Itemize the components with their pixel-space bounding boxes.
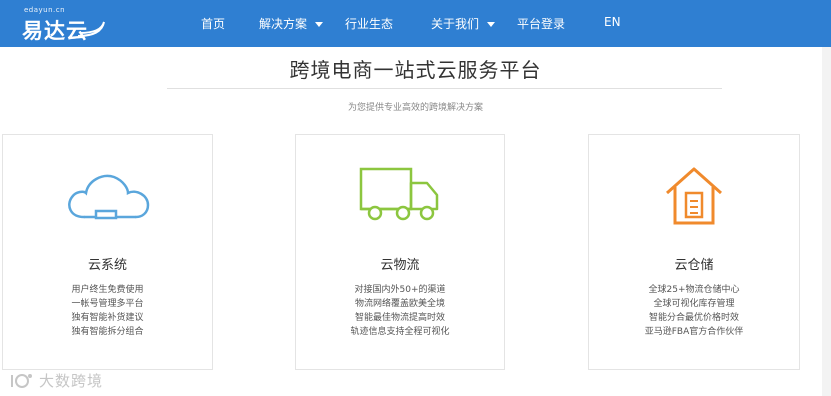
nav-ecosystem[interactable]: 行业生态 — [345, 15, 393, 33]
list-item: 智能最佳物流提高时效 — [354, 313, 445, 323]
card-title: 云仓储 — [674, 258, 714, 273]
list-item: 全球可视化库存管理 — [653, 299, 735, 309]
truck-icon — [359, 167, 439, 221]
list-item: 独有智能补货建议 — [71, 313, 144, 323]
warehouse-icon — [666, 167, 722, 225]
top-navbar: edayun.cn 易达云 首页 解决方案 行业生态 关于我们 平台登录 EN — [0, 0, 831, 47]
watermark-logo-icon — [11, 373, 32, 388]
watermark: 大数跨境 — [8, 370, 103, 392]
chevron-down-icon — [487, 22, 496, 27]
service-card-cloud-warehousing[interactable]: 云仓储 全球25+物流仓储中心 全球可视化库存管理 智能分合最优价格时效 亚马逊… — [588, 134, 800, 370]
title-divider — [167, 88, 722, 89]
service-card-cloud-logistics[interactable]: 云物流 对接国内外50+的渠道 物流网络覆盖欧美全境 智能最佳物流提高时效 轨迹… — [295, 134, 505, 370]
nav-home[interactable]: 首页 — [201, 15, 225, 33]
chevron-down-icon — [315, 22, 324, 27]
logo-swoosh-icon — [77, 21, 105, 37]
list-item: 亚马逊FBA官方合作伙伴 — [644, 327, 744, 337]
list-item: 轨迹信息支持全程可视化 — [350, 327, 450, 337]
list-item: 物流网络覆盖欧美全境 — [354, 299, 445, 309]
card-feature-list: 全球25+物流仓储中心 全球可视化库存管理 智能分合最优价格时效 亚马逊FBA官… — [589, 283, 799, 339]
card-title: 云系统 — [87, 258, 127, 273]
list-item: 智能分合最优价格时效 — [648, 313, 739, 323]
nav-about[interactable]: 关于我们 — [431, 15, 496, 33]
page-title: 跨境电商一站式云服务平台 — [289, 58, 542, 82]
watermark-text: 大数跨境 — [39, 372, 104, 390]
cloud-icon — [67, 174, 149, 220]
list-item: 独有智能拆分组合 — [71, 327, 144, 337]
list-item: 对接国内外50+的渠道 — [354, 285, 446, 295]
nav-solutions[interactable]: 解决方案 — [259, 15, 324, 33]
card-feature-list: 用户终生免费使用 一帐号管理多平台 独有智能补货建议 独有智能拆分组合 — [3, 283, 212, 339]
card-feature-list: 对接国内外50+的渠道 物流网络覆盖欧美全境 智能最佳物流提高时效 轨迹信息支持… — [296, 283, 504, 339]
service-card-cloud-system[interactable]: 云系统 用户终生免费使用 一帐号管理多平台 独有智能补货建议 独有智能拆分组合 — [2, 134, 213, 370]
list-item: 一帐号管理多平台 — [71, 299, 144, 309]
page-subtitle: 为您提供专业高效的跨境解决方案 — [347, 103, 483, 113]
site-logo[interactable]: edayun.cn 易达云 — [14, 6, 110, 43]
nav-language-en[interactable]: EN — [604, 15, 621, 33]
nav-login[interactable]: 平台登录 — [517, 15, 565, 33]
scrollbar[interactable] — [822, 47, 831, 396]
list-item: 用户终生免费使用 — [71, 285, 144, 295]
list-item: 全球25+物流仓储中心 — [648, 285, 740, 295]
card-title: 云物流 — [380, 258, 420, 273]
